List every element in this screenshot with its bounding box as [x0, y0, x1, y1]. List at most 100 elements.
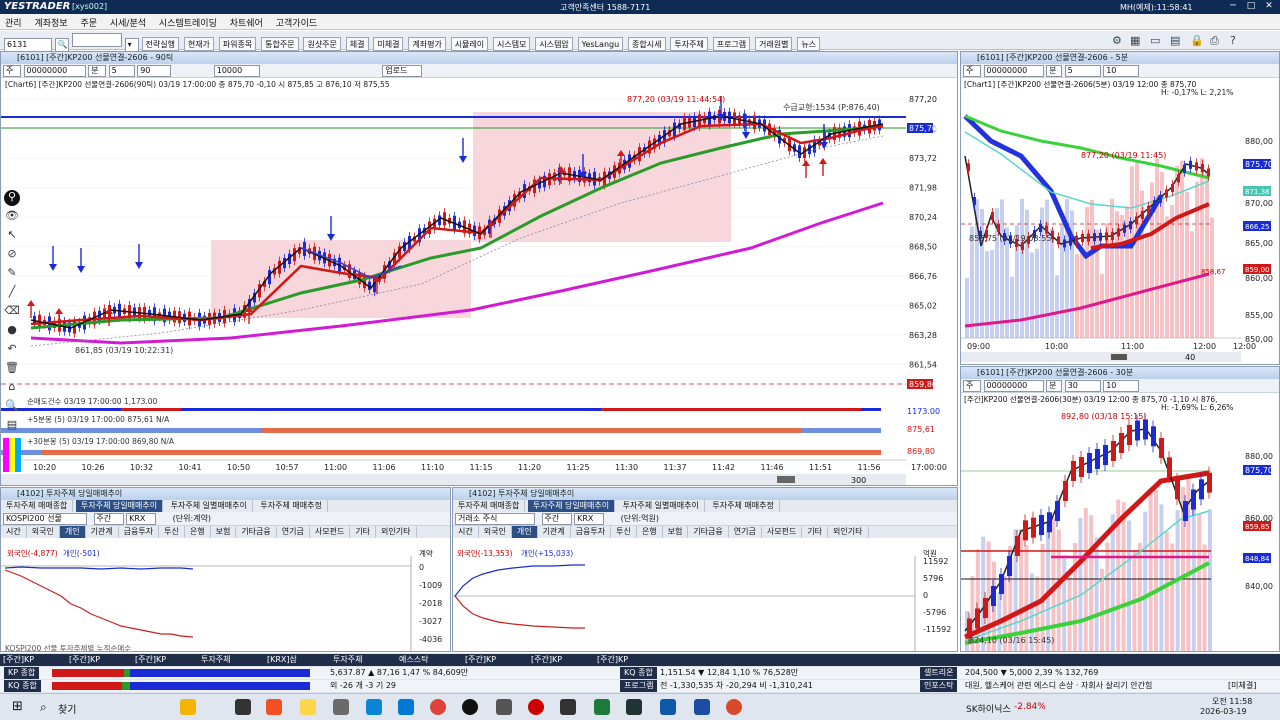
category-tab[interactable]: 보험: [663, 526, 689, 538]
category-tab[interactable]: 투신: [159, 526, 185, 538]
code-input-30m[interactable]: 00000000: [983, 380, 1044, 392]
app-icon-2[interactable]: [496, 699, 512, 715]
period-unit-30m[interactable]: 분: [1046, 380, 1063, 392]
window-tab[interactable]: 투자주체: [198, 654, 262, 666]
toolbar-btn-2[interactable]: 파워종목: [218, 37, 257, 51]
trader-icon[interactable]: [626, 699, 642, 715]
pencil-icon[interactable]: ✎: [4, 266, 20, 282]
session-select-right[interactable]: 주간: [541, 513, 572, 525]
close-button[interactable]: ✕: [1262, 1, 1276, 13]
toolbar-btn-9[interactable]: 시스템모: [493, 37, 531, 51]
market-select-30m[interactable]: 주: [963, 380, 981, 392]
window-tab[interactable]: [주간]KP: [462, 654, 526, 666]
tab-estimate-r[interactable]: 투자주체 매매추정: [707, 500, 780, 512]
toolbar-btn-4[interactable]: 원샷주문: [303, 37, 341, 51]
menu-item-manage[interactable]: 관리: [0, 14, 27, 31]
period-input-30m[interactable]: 30: [1064, 380, 1101, 392]
tab-daily[interactable]: 투자주체 일별매매추이: [166, 500, 253, 512]
code-input-5m[interactable]: 00000000: [983, 65, 1044, 77]
window-tab[interactable]: [주간]KP: [594, 654, 658, 666]
category-tab[interactable]: 기타금융: [236, 526, 277, 538]
line-tool-icon[interactable]: ╱: [4, 285, 20, 301]
category-tab[interactable]: 금융투자: [119, 526, 160, 538]
minimize-button[interactable]: ─: [1226, 1, 1240, 13]
screen-name-input[interactable]: [71, 33, 122, 47]
upload-button[interactable]: 업로드: [382, 65, 423, 77]
browser-icon[interactable]: [398, 699, 414, 715]
window-tab[interactable]: [주간]KP: [66, 654, 130, 666]
copilot-icon[interactable]: [266, 699, 282, 715]
toolbar-btn-11[interactable]: YesLangu: [577, 37, 624, 51]
settings-gear-icon[interactable]: ⚙: [1112, 34, 1122, 47]
period-unit[interactable]: 분: [88, 65, 107, 77]
count2-input[interactable]: 10000: [213, 65, 260, 77]
code-input[interactable]: 00000000: [23, 65, 86, 77]
monitor-icon[interactable]: ▭: [1150, 34, 1160, 47]
lock-icon[interactable]: 🔒: [1190, 34, 1204, 47]
category-tab[interactable]: 시간: [1, 526, 27, 538]
stock-widget-name[interactable]: SK하이닉스: [966, 702, 1011, 715]
app-icon-3[interactable]: [560, 699, 576, 715]
category-tab[interactable]: 외인기타: [376, 526, 417, 538]
category-tab[interactable]: 기관계: [86, 526, 119, 538]
window-list-icon[interactable]: ▤: [1170, 34, 1180, 47]
eye-icon[interactable]: 👁: [4, 209, 20, 225]
window-tab[interactable]: 예스스탁: [396, 654, 460, 666]
toolbar-btn-1[interactable]: 현재가: [183, 37, 214, 51]
category-tab[interactable]: 기관계: [538, 526, 571, 538]
record-icon[interactable]: [528, 699, 544, 715]
toolbar-btn-5[interactable]: 체결: [345, 37, 369, 51]
category-tab[interactable]: 연기금: [277, 526, 310, 538]
ticker-name[interactable]: 셀트리온: [920, 667, 958, 679]
tab-intraday[interactable]: 투자주체 당일매매추이: [75, 500, 164, 512]
search-icon[interactable]: ⌕: [40, 700, 47, 715]
search-icon[interactable]: 🔍: [54, 38, 69, 52]
session-select-left[interactable]: 주간: [93, 513, 124, 525]
dot-icon[interactable]: ●: [4, 323, 20, 339]
app-icon-4[interactable]: [694, 699, 710, 715]
market-select-5m[interactable]: 주: [963, 65, 981, 77]
category-tab[interactable]: 기타금융: [688, 526, 729, 538]
toolbar-btn-16[interactable]: 뉴스: [797, 37, 821, 51]
excel-icon[interactable]: [594, 699, 610, 715]
category-tab[interactable]: 투신: [611, 526, 637, 538]
maximize-button[interactable]: □: [1244, 1, 1258, 13]
menu-item-guide[interactable]: 고객가이드: [271, 14, 322, 31]
print-icon[interactable]: ⎙: [1210, 34, 1219, 48]
toolbar-btn-8[interactable]: 시뮬레이: [450, 37, 489, 51]
category-tab[interactable]: 기타: [802, 526, 829, 538]
category-tab[interactable]: 금융투자: [571, 526, 612, 538]
period-input[interactable]: 5: [108, 65, 135, 77]
vscode-icon[interactable]: [660, 699, 676, 715]
location-pin-icon[interactable]: ⚲: [4, 190, 20, 206]
news-ticker[interactable]: 대원, 헬스케어 관련 에스디 손상 · 자회사 살리기 안간힘: [965, 680, 1165, 692]
category-tab[interactable]: 외국인: [479, 526, 512, 538]
period-unit-5m[interactable]: 분: [1046, 65, 1063, 77]
exchange-select-right[interactable]: KRX: [574, 513, 605, 525]
app-pin-icon[interactable]: [462, 699, 478, 715]
count-input-30m[interactable]: 10: [1103, 380, 1140, 392]
category-tab[interactable]: 시간: [453, 526, 479, 538]
window-tab[interactable]: [주간]KP: [0, 654, 64, 666]
tab-daily-r[interactable]: 투자주체 일별매매추이: [618, 500, 705, 512]
cursor-icon[interactable]: ↖: [4, 228, 20, 244]
category-tab[interactable]: 은행: [637, 526, 663, 538]
toolbar-btn-13[interactable]: 투자주체: [670, 37, 708, 51]
unfilled-label[interactable]: [미체결]: [1228, 680, 1256, 692]
menu-item-systrade[interactable]: 시스템트레이딩: [154, 14, 222, 31]
window-tab[interactable]: [주간]KP: [132, 654, 196, 666]
tab-intraday-r[interactable]: 투자주체 당일매매추이: [527, 500, 616, 512]
help-icon[interactable]: ?: [1230, 34, 1236, 47]
menu-item-quote[interactable]: 시세/분석: [105, 14, 151, 31]
tag-icon[interactable]: ⌂: [4, 380, 20, 396]
screen-code-input[interactable]: 6131: [4, 38, 52, 52]
toolbar-btn-15[interactable]: 거래원별: [755, 37, 793, 51]
toolbar-btn-7[interactable]: 계좌평가: [408, 37, 446, 51]
layout-icon[interactable]: ▦: [1130, 34, 1140, 47]
menu-item-chartshare[interactable]: 차트쉐어: [225, 14, 268, 31]
toolbar-btn-12[interactable]: 종합시세: [628, 37, 666, 51]
search-zoom-icon[interactable]: 🔍: [4, 399, 20, 415]
category-tab[interactable]: 사모펀드: [762, 526, 803, 538]
menu-item-order[interactable]: 주문: [75, 14, 102, 31]
category-tab[interactable]: 보험: [211, 526, 237, 538]
